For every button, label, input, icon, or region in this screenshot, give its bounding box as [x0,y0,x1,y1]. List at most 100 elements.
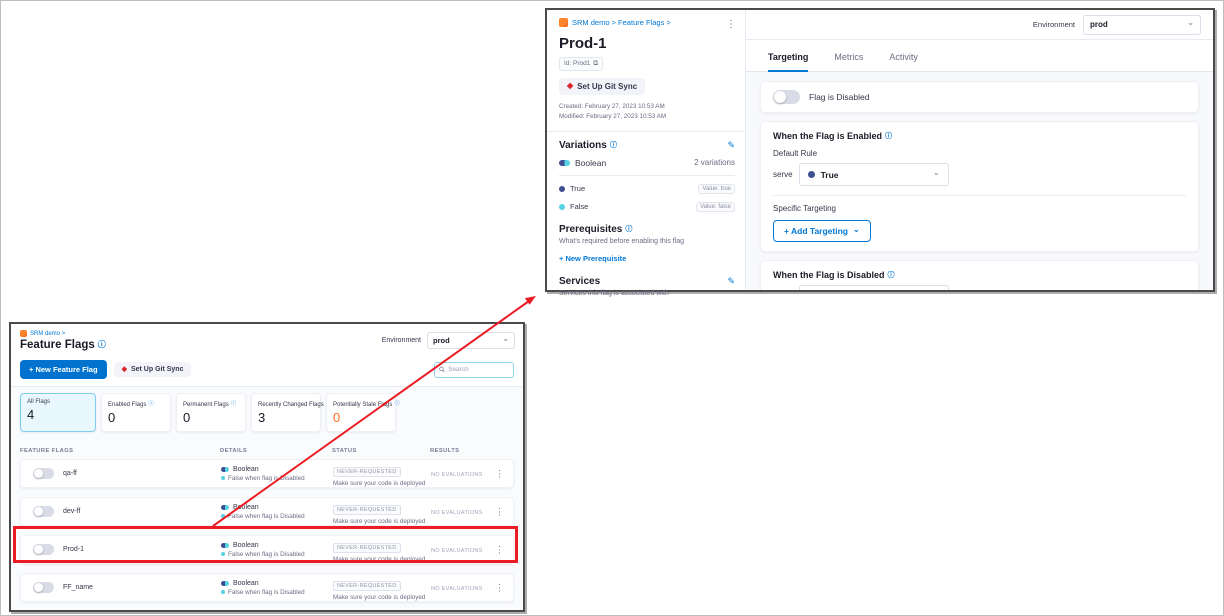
harness-logo-icon [20,330,27,337]
table-row-prod-1[interactable]: Prod-1 BooleanFalse when flag is Disable… [20,535,514,564]
setup-git-sync-button[interactable]: ◆ Set Up Git Sync [114,362,192,377]
stat-card-permanent-flags[interactable]: Permanent Flagsⓘ 0 [176,393,246,432]
false-dot-icon [221,476,225,480]
flag-summary-sidebar: SRM demo > Feature Flags > ⋮ Prod-1 Id: … [547,10,746,290]
flag-detail-panel: SRM demo > Feature Flags > ⋮ Prod-1 Id: … [545,8,1215,292]
harness-logo-icon [559,18,568,27]
tab-targeting[interactable]: Targeting [768,52,808,71]
services-description: Services this flag is associated with [559,290,735,297]
git-sync-icon: ◆ [567,82,573,90]
edit-variations-icon[interactable]: ✎ [727,140,735,151]
environment-label: Environment [382,337,421,344]
list-toolbar: + New Feature Flag ◆ Set Up Git Sync [11,356,523,386]
git-sync-icon: ◆ [122,366,127,373]
variation-count: 2 variations [694,158,735,167]
flag-rows: qa-ff BooleanFalse when flag is Disabled… [11,459,523,602]
stat-card-recently-changed-flags[interactable]: Recently Changed Flagsⓘ 3 [251,393,321,432]
flag-detail-main: Environment prod ⌄ Targeting Metrics Act… [746,10,1213,290]
false-dot-icon [221,552,225,556]
info-icon: ⓘ [231,401,237,407]
flag-state-card: Flag is Disabled [760,81,1199,113]
col-header-details: DETAILS [220,448,332,454]
flag-toggle[interactable] [33,544,54,555]
stat-card-all-flags[interactable]: All Flags 4 [20,393,96,432]
list-header: SRM demo > Feature Flagsⓘ Environment pr… [11,324,523,356]
default-rule-label: Default Rule [773,149,1186,158]
new-feature-flag-button[interactable]: + New Feature Flag [20,360,107,379]
environment-select[interactable]: prod ⌄ [1083,15,1201,35]
breadcrumb[interactable]: SRM demo > Feature Flags > [559,18,735,27]
default-rule-serve-select[interactable]: True ⌄ [799,163,949,186]
breadcrumb-text[interactable]: SRM demo > Feature Flags > [572,18,671,27]
variation-type: Boolean [575,158,606,168]
boolean-icon [559,160,570,166]
detail-tabs: Targeting Metrics Activity [746,40,1213,72]
tab-metrics[interactable]: Metrics [834,52,863,71]
tab-activity[interactable]: Activity [889,52,918,71]
info-icon: ⓘ [888,272,895,279]
status-badge: NEVER-REQUESTED [333,543,401,553]
row-menu-kebab-icon[interactable]: ⋮ [495,469,504,478]
variation-row-false: False Value: false [559,202,735,212]
info-icon: ⓘ [885,133,892,140]
variation-value-chip: Value: false [696,202,735,212]
col-header-status: STATUS [332,448,430,454]
flag-toggle[interactable] [33,582,54,593]
table-row-qa-ff[interactable]: qa-ff BooleanFalse when flag is Disabled… [20,459,514,488]
boolean-icon [221,467,229,472]
enabled-card-heading: When the Flag is Enabledⓘ [773,131,1186,141]
flag-toggle[interactable] [33,506,54,517]
search-input[interactable] [448,366,509,373]
false-dot-icon [559,204,565,210]
info-icon: ⓘ [394,401,400,407]
environment-bar: Environment prod ⌄ [746,10,1213,40]
stat-card-enabled-flags[interactable]: Enabled Flagsⓘ 0 [101,393,171,432]
flag-dates: Created: February 27, 2023 10:53 AM Modi… [559,102,735,123]
table-header-row: FEATURE FLAGS DETAILS STATUS RESULTS [11,440,523,459]
row-menu-kebab-icon[interactable]: ⋮ [495,545,504,554]
specific-targeting-label: Specific Targeting [773,204,1186,213]
edit-services-icon[interactable]: ✎ [727,276,735,287]
serve-label: serve [773,170,793,179]
flag-id-chip[interactable]: Id: Prod1 ⧉ [559,57,603,71]
stat-card-potentially-stale-flags[interactable]: Potentially Stale Flagsⓘ 0 [326,393,396,432]
info-icon: ⓘ [148,401,154,407]
new-prerequisite-link[interactable]: + New Prerequisite [559,254,626,263]
prerequisites-description: What's required before enabling this fla… [559,238,735,245]
add-targeting-button[interactable]: + Add Targeting ⌄ [773,220,871,242]
col-header-results: RESULTS [430,448,514,454]
flag-title: Prod-1 [559,35,735,52]
true-dot-icon [808,171,815,178]
environment-select[interactable]: prod ⌄ [427,332,515,349]
info-icon: ⓘ [98,340,106,349]
flag-enabled-rules-card: When the Flag is Enabledⓘ Default Rule s… [760,121,1199,252]
table-row-dev-ff[interactable]: dev-ff BooleanFalse when flag is Disable… [20,497,514,526]
variation-type-row: Boolean 2 variations [559,158,735,176]
breadcrumb-text[interactable]: SRM demo > [30,331,65,337]
divider [773,195,1186,196]
row-menu-kebab-icon[interactable]: ⋮ [495,507,504,516]
col-header-feature-flags: FEATURE FLAGS [20,448,220,454]
flag-toggle[interactable] [33,468,54,479]
true-dot-icon [559,186,565,192]
variations-heading: Variationsⓘ [559,140,617,151]
disabled-serve-select[interactable]: False ⌄ [799,285,949,290]
row-menu-kebab-icon[interactable]: ⋮ [495,583,504,592]
flag-enabled-toggle[interactable] [773,90,800,104]
modified-date: Modified: February 27, 2023 10:53 AM [559,112,735,123]
info-icon: ⓘ [610,142,617,149]
copy-icon[interactable]: ⧉ [593,60,598,68]
setup-git-sync-button[interactable]: ◆ Set Up Git Sync [559,78,645,95]
targeting-tab-content: Flag is Disabled When the Flag is Enable… [746,72,1213,290]
false-dot-icon [221,590,225,594]
status-badge: NEVER-REQUESTED [333,581,401,591]
variation-value-chip: Value: true [698,184,735,194]
table-row-ff-name[interactable]: FF_name BooleanFalse when flag is Disabl… [20,573,514,602]
false-dot-icon [221,514,225,518]
search-icon [439,366,445,373]
status-badge: NEVER-REQUESTED [333,505,401,515]
search-box[interactable] [434,362,514,378]
panel-menu-kebab-icon[interactable]: ⋮ [726,20,736,30]
info-icon: ⓘ [625,226,632,233]
flag-disabled-rules-card: When the Flag is Disabledⓘ serve False ⌄ [760,260,1199,290]
